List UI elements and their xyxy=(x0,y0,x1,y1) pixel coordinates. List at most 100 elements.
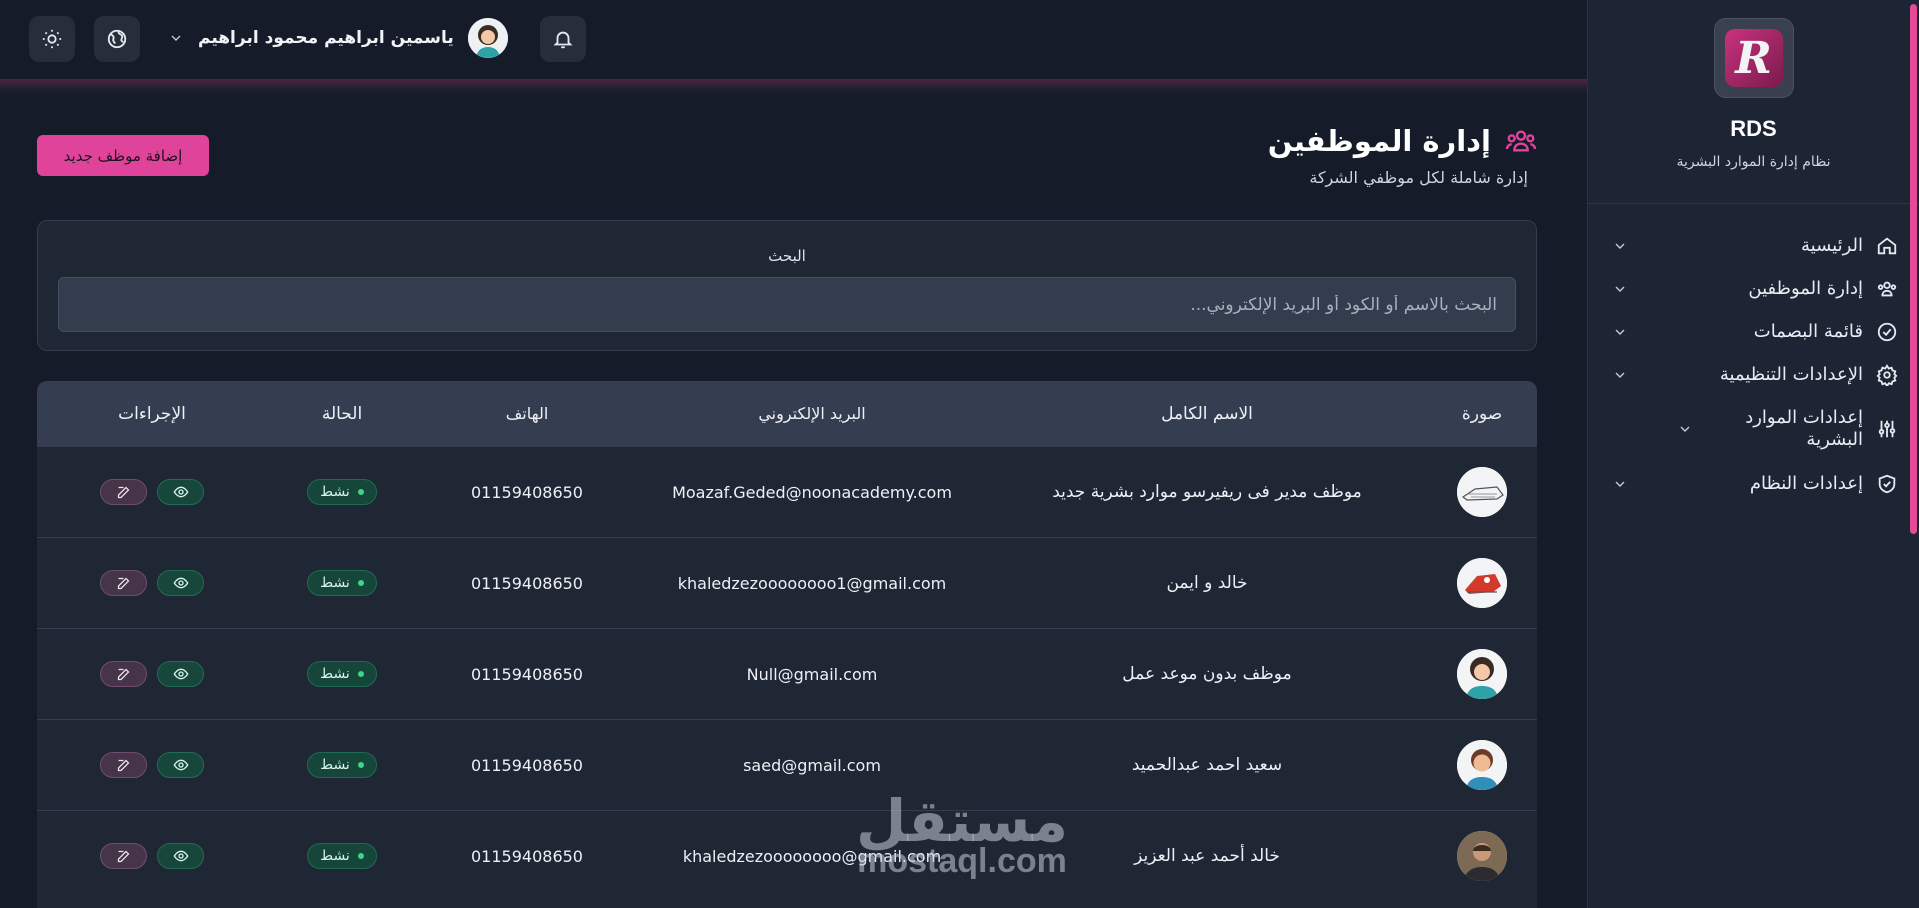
edit-icon xyxy=(117,577,130,589)
sidebar-item-label: الإعدادات التنظيمية xyxy=(1719,363,1863,385)
search-label: البحث xyxy=(768,247,806,265)
user-menu[interactable]: ياسمين ابراهيم محمود ابراهيم xyxy=(168,18,508,58)
employee-phone: 01159408650 xyxy=(471,482,583,502)
column-actions: الإجراءات xyxy=(118,403,186,424)
theme-toggle-button[interactable] xyxy=(29,16,75,62)
users-icon xyxy=(1875,277,1899,301)
column-photo: صورة xyxy=(1461,403,1503,424)
employee-email: Null@gmail.com xyxy=(746,664,878,684)
check-circle-icon xyxy=(1875,320,1899,344)
view-button[interactable] xyxy=(157,661,204,687)
home-icon xyxy=(1875,234,1899,258)
notifications-button[interactable] xyxy=(540,16,586,62)
status-dot xyxy=(357,580,364,586)
table-row: موظف بدون موعد عمل Null@gmail.com 011594… xyxy=(37,628,1537,719)
table-header: صورة الاسم الكامل البريد الإلكتروني الها… xyxy=(37,381,1537,446)
view-button[interactable] xyxy=(157,479,204,505)
chevron-down-icon xyxy=(1615,372,1625,378)
search-input[interactable] xyxy=(58,277,1516,332)
eye-icon xyxy=(173,759,188,771)
view-button[interactable] xyxy=(157,843,204,869)
employee-avatar xyxy=(1457,831,1507,881)
table-row: خالد و ايمن khaledzezoooooooo1@gmail.com… xyxy=(37,537,1537,628)
sidebar-item-employees[interactable]: إدارة الموظفين xyxy=(1588,267,1919,310)
sidebar-item-org-settings[interactable]: الإعدادات التنظيمية xyxy=(1588,353,1919,396)
status-badge: نشط xyxy=(307,843,377,869)
table-row: سعيد احمد عبدالحميد saed@gmail.com 01159… xyxy=(37,719,1537,810)
sidebar-brand: R RDS نظام إدارة الموارد البشرية xyxy=(1588,0,1919,204)
sidebar-item-label: إعدادات النظام xyxy=(1749,472,1863,494)
employee-email: saed@gmail.com xyxy=(743,755,881,775)
employee-phone: 01159408650 xyxy=(471,755,583,775)
globe-icon xyxy=(107,29,127,49)
sidebar-item-label: إدارة الموظفين xyxy=(1748,277,1863,299)
header-divider xyxy=(0,79,1587,97)
chevron-down-icon xyxy=(171,35,181,41)
page-subtitle: إدارة شاملة لكل موظفي الشركة xyxy=(1309,168,1528,187)
edit-icon xyxy=(117,486,130,498)
employee-avatar xyxy=(1457,467,1507,517)
status-dot xyxy=(357,671,364,677)
sidebar-item-label: الرئيسية xyxy=(1801,234,1863,256)
employee-email: khaledzezoooooooo@gmail.com xyxy=(682,846,942,866)
sidebar-item-label: إعدادات الموارد البشرية xyxy=(1745,407,1863,450)
status-dot xyxy=(357,489,364,495)
search-card: البحث xyxy=(37,220,1537,351)
sidebar-item-fingerprints[interactable]: قائمة البصمات xyxy=(1588,310,1919,353)
employee-phone: 01159408650 xyxy=(471,664,583,684)
status-badge: نشط xyxy=(307,570,377,596)
brand-subtitle: نظام إدارة الموارد البشرية xyxy=(1676,154,1831,170)
sidebar-item-home[interactable]: الرئيسية xyxy=(1588,224,1919,267)
brand-title: RDS xyxy=(1730,116,1777,141)
employee-phone: 01159408650 xyxy=(471,846,583,866)
edit-button[interactable] xyxy=(100,843,147,869)
add-employee-button[interactable]: إضافة موظف جديد xyxy=(37,135,209,176)
employee-name: سعيد احمد عبدالحميد xyxy=(1131,755,1283,775)
sidebar-nav: الرئيسية إدارة الموظفين قائمة البصمات ال… xyxy=(1588,204,1919,505)
chevron-down-icon xyxy=(1615,329,1625,335)
edit-icon xyxy=(117,850,130,862)
employee-avatar xyxy=(1457,558,1507,608)
sidebar-scrollbar[interactable] xyxy=(1910,4,1917,534)
employee-avatar xyxy=(1457,649,1507,699)
employee-name: موظف بدون موعد عمل xyxy=(1122,664,1292,684)
user-avatar xyxy=(467,18,508,58)
gear-icon xyxy=(1875,363,1899,387)
logo-mark: R xyxy=(1724,29,1783,87)
table-row: خالد أحمد عبد العزيز khaledzezoooooooo@g… xyxy=(37,810,1537,901)
status-dot xyxy=(357,853,364,859)
column-name: الاسم الكامل xyxy=(1161,403,1253,424)
language-button[interactable] xyxy=(94,16,140,62)
employee-email: khaledzezoooooooo1@gmail.com xyxy=(677,573,947,593)
employee-avatar xyxy=(1457,740,1507,790)
sidebar-item-system-settings[interactable]: إعدادات النظام xyxy=(1588,462,1919,505)
eye-icon xyxy=(173,850,188,862)
sidebar-item-hr-settings[interactable]: إعدادات الموارد البشرية xyxy=(1588,396,1919,462)
top-header: ياسمين ابراهيم محمود ابراهيم xyxy=(0,0,1587,79)
shield-check-icon xyxy=(1875,472,1899,496)
column-phone: الهاتف xyxy=(505,404,549,423)
sidebar-item-label: قائمة البصمات xyxy=(1753,320,1863,342)
edit-button[interactable] xyxy=(100,479,147,505)
edit-button[interactable] xyxy=(100,661,147,687)
logo: R xyxy=(1713,18,1794,98)
sidebar: R RDS نظام إدارة الموارد البشرية الرئيسي… xyxy=(1587,0,1919,908)
bell-icon xyxy=(553,31,573,49)
view-button[interactable] xyxy=(157,752,204,778)
column-status: الحالة xyxy=(321,403,363,424)
page-title: إدارة الموظفين xyxy=(1267,124,1491,158)
status-badge: نشط xyxy=(307,479,377,505)
employee-email: Moazaf.Geded@noonacademy.com xyxy=(672,482,952,502)
sun-icon xyxy=(42,29,62,49)
edit-button[interactable] xyxy=(100,570,147,596)
employee-name: خالد أحمد عبد العزيز xyxy=(1134,846,1280,866)
employees-table: صورة الاسم الكامل البريد الإلكتروني الها… xyxy=(37,381,1537,908)
user-name: ياسمين ابراهيم محمود ابراهيم xyxy=(198,28,454,48)
users-icon xyxy=(1505,130,1537,152)
edit-button[interactable] xyxy=(100,752,147,778)
edit-icon xyxy=(117,759,130,771)
employee-name: موظف مدير فى ريفيرسو موارد بشرية جديد xyxy=(1052,482,1362,502)
column-email: البريد الإلكتروني xyxy=(758,404,866,423)
view-button[interactable] xyxy=(157,570,204,596)
eye-icon xyxy=(173,577,188,589)
